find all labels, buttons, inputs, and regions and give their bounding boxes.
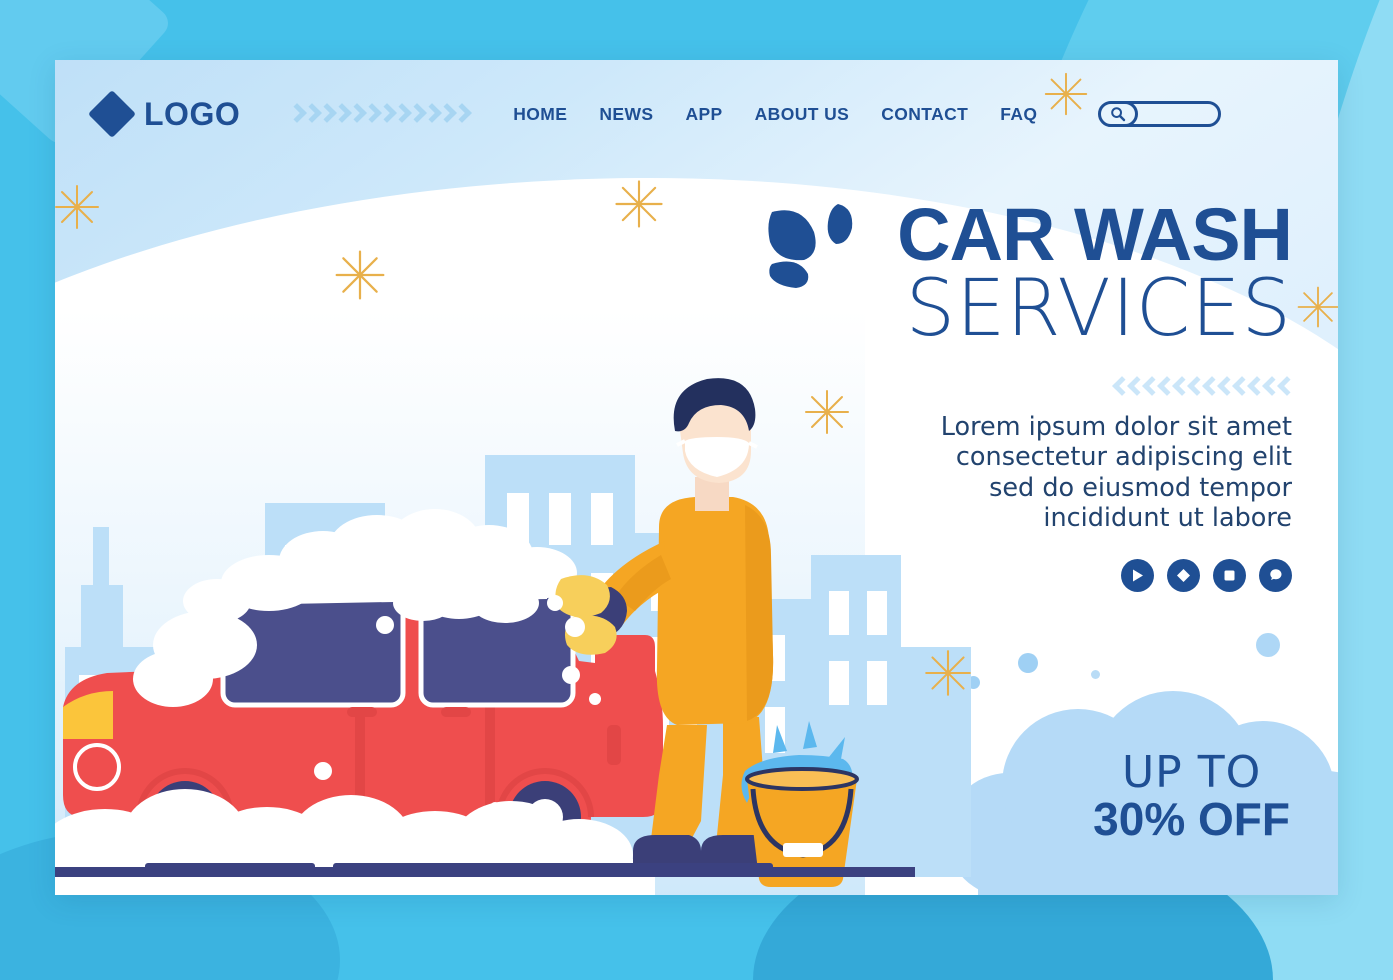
chevron-left-icon [1248,376,1262,398]
sparkle-icon [55,185,99,229]
road-marking-left [145,863,315,872]
water-droplet-icon [768,204,853,288]
chevron-right-icon [378,103,392,125]
main-nav: HOME NEWS APP ABOUT US CONTACT FAQ [513,101,1222,127]
chevron-right-icon [438,103,452,125]
chevron-left-icon [1128,376,1142,398]
nav-item-app[interactable]: APP [685,104,722,125]
chevron-left-icon [1158,376,1172,398]
decor-bubble-1 [1018,653,1038,673]
chevron-right-icon [408,103,422,125]
nav-item-news[interactable]: NEWS [599,104,653,125]
sparkle-icon [615,180,663,228]
social-links [772,558,1292,592]
hero-body-line-3: sed do eiusmod tempor [989,472,1292,503]
chevron-left-icon [1203,376,1217,398]
promo-discount: UP TO 30% OFF [1093,747,1290,846]
chevron-right-icon [318,103,332,125]
decor-bubble-3 [1091,670,1100,679]
chevron-right-icon [423,103,437,125]
chevron-left-icon [1188,376,1202,398]
search-input[interactable] [1098,101,1222,127]
promo-line-1: UP TO [1121,747,1262,799]
logo[interactable]: LOGO [87,89,241,139]
sparkle-icon [1297,286,1338,328]
nav-item-contact[interactable]: CONTACT [881,104,968,125]
chevron-left-icon [1173,376,1187,398]
nav-item-home[interactable]: HOME [513,104,567,125]
play-icon[interactable] [1121,558,1154,592]
search-icon[interactable] [1098,101,1139,127]
sparkle-icon [335,250,385,300]
chevron-right-icon [333,103,347,125]
chevron-right-decoration [288,103,467,125]
chevron-right-icon [288,103,302,125]
nav-item-faq[interactable]: FAQ [1000,104,1037,125]
hero-body-line-2: consectetur adipiscing elit [955,442,1292,473]
chevron-right-icon [393,103,407,125]
road-marking-right [333,863,773,872]
sparkle-icon [805,390,849,434]
chevron-left-icon [1113,376,1127,398]
square-icon[interactable] [1213,558,1246,592]
logo-text: LOGO [144,95,241,132]
chevron-right-icon [363,103,377,125]
chevron-left-icon [1278,376,1292,398]
chat-bubble-icon[interactable] [1259,558,1292,592]
chevron-right-icon [453,103,467,125]
chevron-left-icon [1263,376,1277,398]
landing-page-card: LOGO HOME NEWS APP ABOUT US CONTACT FAQ [55,60,1338,895]
decor-bubble-4 [1256,633,1280,657]
hero-body-line-4: incididunt ut labore [1043,502,1292,533]
chevron-left-icon [1143,376,1157,398]
chevron-right-icon [303,103,317,125]
sparkle-icon [925,650,971,696]
chevron-left-icon [1218,376,1232,398]
diamond-icon[interactable] [1167,558,1200,592]
chevron-left-icon [1233,376,1247,398]
diamond-icon [87,89,137,139]
nav-item-about-us[interactable]: ABOUT US [755,104,850,125]
promo-line-2: 30% OFF [1093,793,1290,846]
chevron-right-icon [348,103,362,125]
top-navigation-bar: LOGO HOME NEWS APP ABOUT US CONTACT FAQ [55,60,1338,168]
